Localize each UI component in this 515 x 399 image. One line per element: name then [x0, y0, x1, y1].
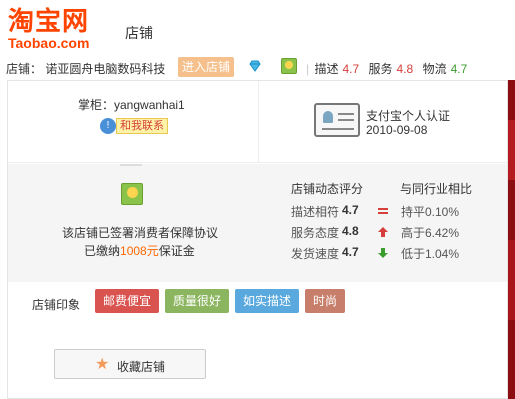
shop-bar: 店铺： 诺亚圆舟电脑数码科技 进入店铺 | 描述 4.7 服务 4.8 物流 4.7 — [0, 56, 515, 133]
impression-tag[interactable]: 如实描述 — [235, 289, 300, 313]
taobao-logo[interactable]: 淘宝网 Taobao.com — [8, 8, 100, 52]
rating-compare: 持平0.10% — [401, 205, 460, 219]
score-label-logistics: 物流 — [422, 62, 447, 76]
enter-shop-button[interactable]: 进入店铺 — [178, 57, 234, 77]
rating-compare: 低于1.04% — [401, 247, 460, 261]
rating-label: 发货速度 — [291, 247, 340, 261]
rating-row-service: 服务态度 4.8 高于6.42% — [291, 224, 491, 240]
guarantee-text: 该店铺已签署消费者保障协议 — [62, 226, 219, 240]
deposit-text: 已缴纳1008元保证金 — [84, 242, 195, 259]
pointer-tick — [120, 164, 142, 166]
page-title: 店铺 — [125, 25, 153, 41]
logo-text-en: Taobao.com — [8, 35, 90, 51]
impression-tag[interactable]: 邮费便宜 — [95, 289, 160, 313]
deposit-amount: 1008元 — [120, 244, 159, 258]
rating-heading: 店铺动态评分 — [291, 182, 364, 196]
divider — [258, 81, 259, 163]
contact-me-button[interactable]: ! 和我联系 — [100, 117, 168, 135]
rating-compare: 高于6.42% — [401, 226, 460, 240]
alipay-auth-title: 支付宝个人认证 — [366, 109, 451, 123]
site-header: 淘宝网 Taobao.com 店铺 — [0, 0, 515, 52]
shop-scores: | 描述 4.7 服务 4.8 物流 4.7 — [306, 62, 468, 76]
rating-label: 描述相符 — [291, 205, 340, 219]
consumer-guarantee-icon — [281, 58, 297, 74]
favorite-shop-button[interactable]: ★ 收藏店铺 — [54, 349, 206, 379]
arrow-down-icon — [378, 248, 388, 258]
impression-tag[interactable]: 时尚 — [305, 289, 346, 313]
contact-label: 和我联系 — [116, 118, 168, 134]
equal-icon — [378, 208, 388, 214]
score-value-logistics: 4.7 — [450, 62, 468, 76]
rating-score: 4.8 — [342, 224, 359, 238]
diamond-icon — [249, 60, 261, 72]
arrow-up-icon — [378, 227, 388, 237]
shop-name[interactable]: 店铺： 诺亚圆舟电脑数码科技 — [6, 60, 165, 77]
compare-heading: 与同行业相比 — [400, 182, 473, 196]
chat-icon: ! — [100, 118, 116, 134]
guarantee-rating-section: 该店铺已签署消费者保障协议 已缴纳1008元保证金 店铺动态评分 与同行业相比 … — [8, 164, 507, 282]
rating-label: 服务态度 — [291, 226, 340, 240]
score-value-desc: 4.7 — [342, 62, 360, 76]
rating-score: 4.7 — [342, 203, 359, 217]
impression-tag[interactable]: 质量很好 — [165, 289, 230, 313]
deposit-prefix: 已缴纳 — [84, 244, 121, 258]
rating-score: 4.7 — [342, 245, 359, 259]
rating-row-desc: 描述相符 4.7 持平0.10% — [291, 203, 491, 219]
background-banner-edge — [508, 80, 515, 399]
id-card-icon — [314, 103, 360, 137]
deposit-suffix: 保证金 — [158, 244, 195, 258]
score-value-service: 4.8 — [396, 62, 414, 76]
impression-label: 店铺印象 — [32, 298, 81, 312]
score-label-service: 服务 — [368, 62, 393, 76]
alipay-auth-date: 2010-09-08 — [366, 123, 428, 137]
favorite-label: 收藏店铺 — [117, 360, 166, 374]
shop-info-panel: 掌柜：yangwanhai1 ! 和我联系 支付宝个人认证 2010-09-08… — [7, 80, 508, 399]
guarantee-shield-icon — [121, 183, 143, 205]
logo-text-cn: 淘宝网 — [8, 7, 90, 37]
shop-owner: 掌柜：yangwanhai1 — [78, 98, 185, 112]
shop-owner-row: 掌柜：yangwanhai1 ! 和我联系 支付宝个人认证 2010-09-08 — [8, 81, 507, 163]
rating-row-shipping: 发货速度 4.7 低于1.04% — [291, 245, 491, 261]
star-icon: ★ — [95, 356, 110, 373]
score-label-desc: 描述 — [314, 62, 339, 76]
